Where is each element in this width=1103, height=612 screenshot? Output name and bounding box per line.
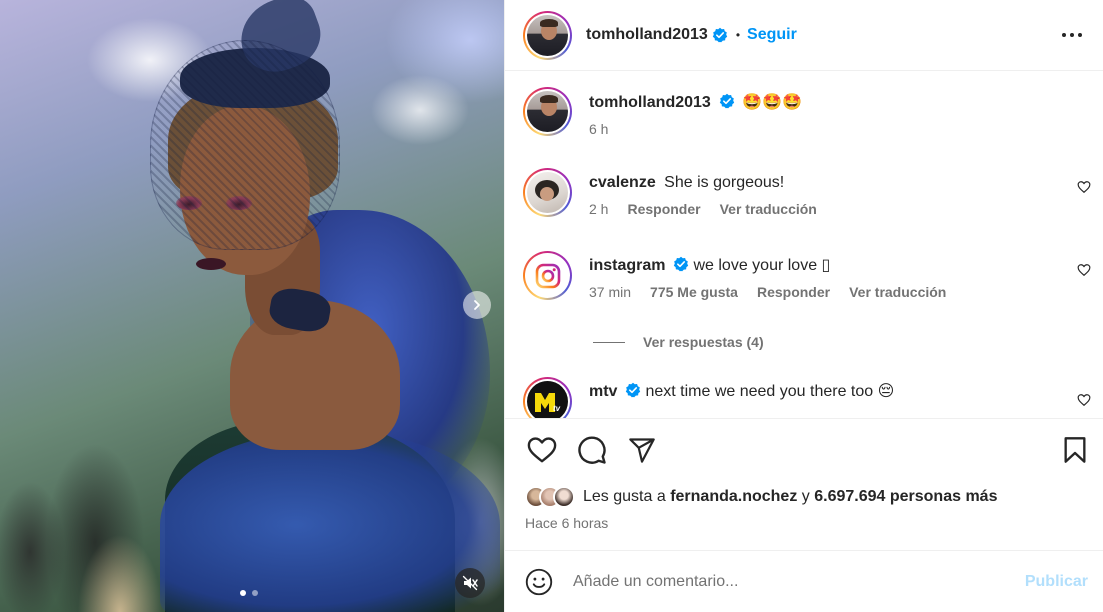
avatar xyxy=(553,486,575,508)
instagram-logo-icon xyxy=(535,263,560,288)
liker-avatars xyxy=(525,486,575,508)
comment-input[interactable] xyxy=(573,572,1025,591)
reply-button[interactable]: Responder xyxy=(627,201,700,217)
mtv-logo-icon: tv xyxy=(534,392,561,413)
commenter-username[interactable]: mtv xyxy=(589,383,617,400)
post-header: tomholland2013 • Seguir xyxy=(505,0,1103,71)
comment-icon xyxy=(578,436,606,464)
comment-item: cvalenze She is gorgeous! 2 h Responder … xyxy=(523,168,1091,217)
verified-badge-icon xyxy=(626,382,641,398)
more-options-icon xyxy=(1062,33,1082,37)
commenter-avatar[interactable]: tv xyxy=(523,377,572,418)
heart-icon[interactable] xyxy=(1077,263,1091,277)
emoji-icon xyxy=(525,568,553,595)
post-timestamp[interactable]: Hace 6 horas xyxy=(505,515,1103,531)
separator-dot: • xyxy=(735,28,741,42)
comment-text: next time we need you there too 😔 xyxy=(645,383,895,400)
heart-icon[interactable] xyxy=(1077,393,1091,407)
mute-button[interactable] xyxy=(455,568,485,598)
author-avatar[interactable] xyxy=(523,10,572,60)
emoji-button[interactable] xyxy=(525,568,553,596)
view-replies-button[interactable]: Ver respuestas (4) xyxy=(593,334,764,350)
likes-connector: y xyxy=(801,488,810,505)
publish-button[interactable]: Publicar xyxy=(1025,573,1088,591)
comment-time[interactable]: 37 min xyxy=(589,284,631,300)
like-button[interactable] xyxy=(527,436,557,464)
comment-item: tv mtv next time we need you there too 😔 xyxy=(523,377,1091,418)
share-button[interactable] xyxy=(627,436,657,464)
carousel-dot xyxy=(252,590,258,596)
post-actions xyxy=(505,418,1103,481)
reply-button[interactable]: Responder xyxy=(757,284,830,300)
translate-button[interactable]: Ver traducción xyxy=(720,201,817,217)
caption-avatar[interactable] xyxy=(523,87,572,136)
comment-composer: Publicar xyxy=(505,550,1103,612)
carousel-dots xyxy=(240,590,258,596)
caption-time[interactable]: 6 h xyxy=(589,121,608,137)
caption-username[interactable]: tomholland2013 xyxy=(589,94,711,111)
heart-icon xyxy=(527,437,557,463)
carousel-dot xyxy=(240,590,246,596)
comment-likes[interactable]: 775 Me gusta xyxy=(650,284,738,300)
view-replies-label: Ver respuestas (4) xyxy=(643,334,764,350)
comment-item: instagram we love your love ▯ 37 min 775 … xyxy=(523,251,1091,300)
follow-button[interactable]: Seguir xyxy=(747,26,797,44)
save-button[interactable] xyxy=(1063,436,1087,464)
caption: tomholland2013 🤩🤩🤩 6 h xyxy=(523,87,1091,137)
commenter-username[interactable]: cvalenze xyxy=(589,174,656,191)
heart-icon[interactable] xyxy=(1077,180,1091,194)
bookmark-icon xyxy=(1064,437,1086,463)
comment-button[interactable] xyxy=(577,435,607,465)
author-username[interactable]: tomholland2013 xyxy=(586,26,708,44)
likes-prefix: Les gusta a xyxy=(583,488,666,505)
post-media[interactable] xyxy=(0,0,504,612)
svg-text:tv: tv xyxy=(553,404,561,413)
caption-text: 🤩🤩🤩 xyxy=(742,94,803,111)
commenter-avatar[interactable] xyxy=(523,251,572,300)
carousel-next-button[interactable] xyxy=(463,291,491,319)
post-sidebar: tomholland2013 • Seguir tomholland2013 🤩… xyxy=(504,0,1103,612)
verified-badge-icon xyxy=(712,27,728,43)
comment-time[interactable]: 2 h xyxy=(589,201,608,217)
comment-text: we love your love ▯ xyxy=(693,257,831,274)
translate-button[interactable]: Ver traducción xyxy=(849,284,946,300)
verified-badge-icon xyxy=(719,93,735,109)
comments-list[interactable]: tomholland2013 🤩🤩🤩 6 h cvalenze She is g… xyxy=(505,71,1103,418)
likes-summary[interactable]: Les gusta a fernanda.nochez y 6.697.694 … xyxy=(505,481,1103,513)
verified-badge-icon xyxy=(674,256,689,272)
share-icon xyxy=(629,438,655,463)
likes-count[interactable]: 6.697.694 personas más xyxy=(814,488,997,505)
liker-username[interactable]: fernanda.nochez xyxy=(670,488,797,505)
chevron-right-icon xyxy=(474,300,480,310)
comment-text: She is gorgeous! xyxy=(664,174,785,191)
post-dialog: tomholland2013 • Seguir tomholland2013 🤩… xyxy=(0,0,1103,612)
commenter-username[interactable]: instagram xyxy=(589,257,665,274)
more-options-button[interactable] xyxy=(1057,32,1087,38)
commenter-avatar[interactable] xyxy=(523,168,572,217)
mute-icon xyxy=(462,575,478,591)
